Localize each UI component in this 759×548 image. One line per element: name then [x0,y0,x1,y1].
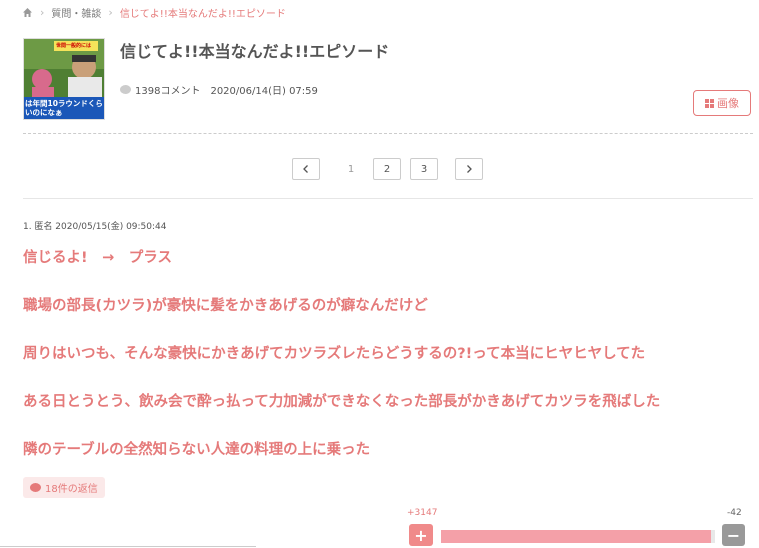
divider [23,198,753,199]
minus-vote-button[interactable]: − [722,524,745,546]
vote-ratio-fill [441,530,712,543]
replies-label: 18件の返信 [45,484,98,495]
replies-button[interactable]: 18件の返信 [23,477,105,498]
pagination: 1 2 3 [292,158,483,180]
topic-thumbnail[interactable]: 世間一般的には は年間10ラウンドくらいのになぁ [23,38,105,120]
image-button-label: 画像 [717,97,739,110]
breadcrumb-current: 信じてよ!!本当なんだよ!!エピソード [119,8,286,20]
thumbnail-caption: は年間10ラウンドくらいのになぁ [25,99,103,117]
comment-line: 信じるよ! → プラス [23,250,172,266]
next-page-button[interactable] [455,158,483,180]
comment-count: 1398コメント [135,86,201,97]
minus-count: -42 [727,508,742,518]
comment-meta: 1. 匿名 2020/05/15(金) 09:50:44 [23,222,167,232]
topic-meta: 1398コメント 2020/06/14(日) 07:59 [120,82,318,97]
comment-body: 信じるよ! → プラス 職場の部長(カツラ)が豪快に髪をかきあげるのが癖なんだけ… [23,247,753,487]
comment-line: 周りはいつも、そんな豪快にかきあげてカツラズレたらどうするの?!って本当にヒヤヒ… [23,346,646,362]
page-2-button[interactable]: 2 [373,158,401,180]
comment-line: ある日とうとう、飲み会で酔っ払って力加減ができなくなった部長がかきあげてカツラを… [23,394,661,410]
plus-vote-button[interactable]: + [409,524,433,546]
image-button[interactable]: 画像 [693,90,751,116]
comment-bubble-icon [120,85,131,94]
chevron-right-icon [467,165,472,173]
page-1-button[interactable]: 1 [337,158,365,180]
prev-page-button[interactable] [292,158,320,180]
topic-title: 信じてよ!!本当なんだよ!!エピソード [120,42,390,61]
comment-line: 隣のテーブルの全然知らない人達の料理の上に乗った [23,442,371,458]
grid-icon [705,98,714,108]
thumbnail-caption-top: 世間一般的には [56,43,92,49]
reply-bubble-icon [30,483,41,492]
chevron-right-icon: › [40,5,45,19]
plus-count: +3147 [407,508,438,518]
divider [0,546,256,547]
page-3-button[interactable]: 3 [410,158,438,180]
chevron-left-icon [303,165,308,173]
chevron-right-icon: › [108,5,113,19]
breadcrumb: › 質問・雑談 › 信じてよ!!本当なんだよ!!エピソード [22,4,286,20]
breadcrumb-category[interactable]: 質問・雑談 [51,5,101,20]
vote-ratio-bar [441,530,715,543]
home-icon[interactable] [22,7,33,18]
comment-line: 職場の部長(カツラ)が豪快に髪をかきあげるのが癖なんだけど [23,298,428,314]
divider [23,133,753,134]
topic-date: 2020/06/14(日) 07:59 [210,86,318,97]
